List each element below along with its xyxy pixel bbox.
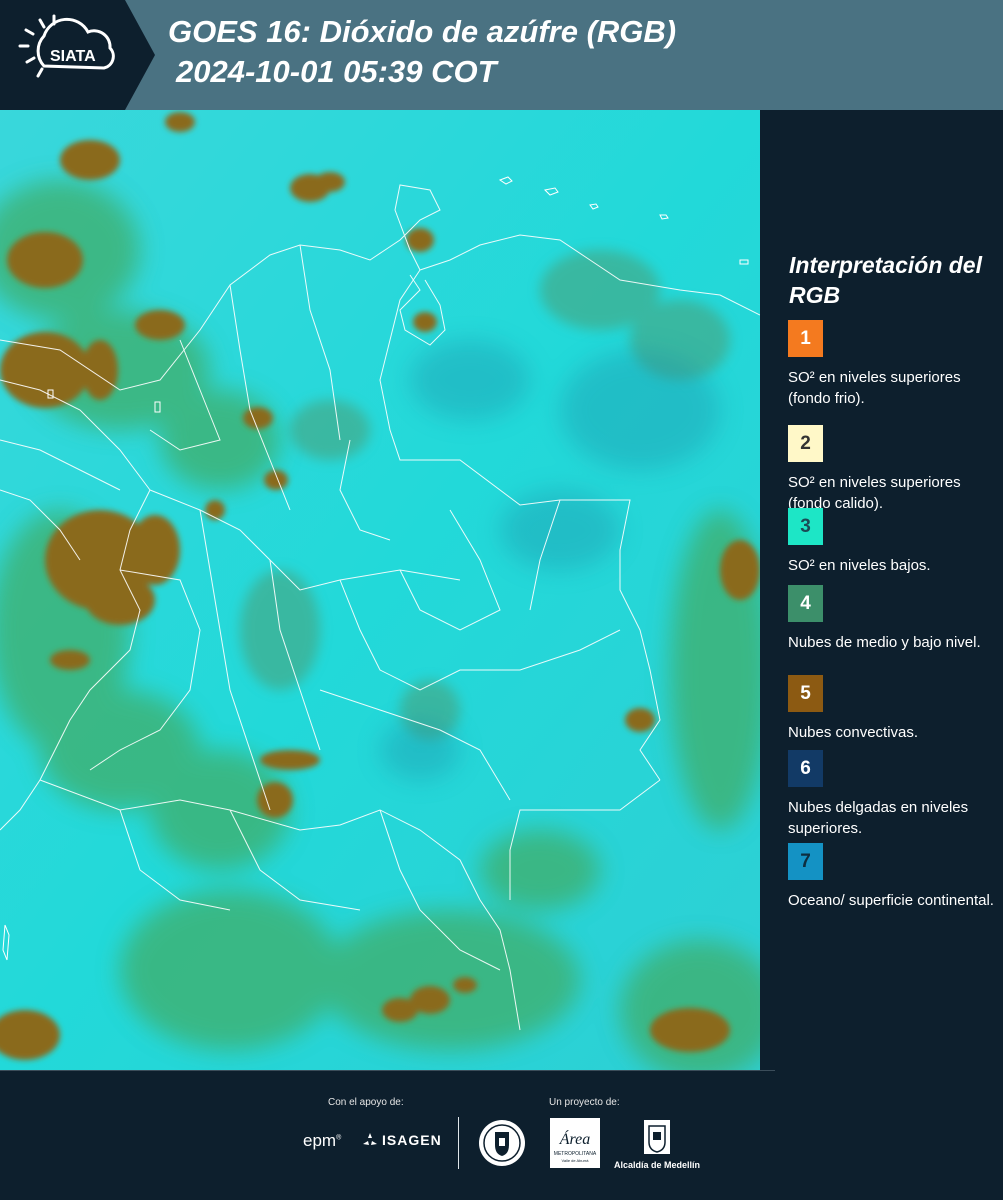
satellite-map <box>0 110 760 1070</box>
legend-label: Nubes convectivas. <box>788 724 919 741</box>
area-metropolitana-logo: Área METROPOLITANA Valle de Aburrá <box>550 1118 602 1175</box>
legend-panel: Interpretación del RGB 1 SO² en niveles s… <box>760 110 1003 1070</box>
timestamp: 2024-10-01 05:39 COT <box>176 54 497 89</box>
legend-label: SO² en niveles superiores (fondo frio). <box>788 369 961 407</box>
legend-swatch: 1 <box>788 320 823 357</box>
satellite-imagery <box>0 110 760 1070</box>
legend-label: Nubes de medio y bajo nivel. <box>788 634 981 651</box>
project-caption: Un proyecto de: <box>549 1097 620 1108</box>
epm-logo: epm® <box>303 1131 342 1150</box>
isagen-icon <box>363 1133 377 1145</box>
legend-item: 4 Nubes de medio y bajo nivel. <box>788 585 998 653</box>
legend-swatch: 6 <box>788 750 823 787</box>
legend-item: 6 Nubes delgadas en niveles superiores. <box>788 750 998 839</box>
legend-item: 3 SO² en niveles bajos. <box>788 508 998 576</box>
legend-swatch: 5 <box>788 675 823 712</box>
alcaldia-crest-icon <box>644 1120 670 1154</box>
legend-label: Nubes delgadas en niveles superiores. <box>788 799 969 837</box>
area-logo-text: Área <box>559 1129 591 1148</box>
isagen-logo-text: ISAGEN <box>382 1132 442 1148</box>
legend-swatch: 3 <box>788 508 823 545</box>
alcaldia-medellin-logo: Alcaldía de Medellín <box>612 1118 702 1170</box>
epm-logo-text: epm <box>303 1131 337 1150</box>
area-logo-sub2: Valle de Aburrá <box>561 1158 589 1163</box>
legend-item: 7 Oceano/ superficie continental. <box>788 843 998 911</box>
footer-divider-top <box>0 1070 775 1071</box>
medellin-seal-logo <box>478 1118 526 1173</box>
footer-vertical-divider <box>458 1117 459 1169</box>
legend-title: Interpretación del RGB <box>789 252 982 308</box>
footer: Con el apoyo de: Un proyecto de: epm® IS… <box>0 1070 1003 1200</box>
siata-logo: SIATA <box>0 0 155 110</box>
legend-item: 5 Nubes convectivas. <box>788 675 998 743</box>
legend-item: 2 SO² en niveles superiores (fondo calido… <box>788 425 998 514</box>
support-caption: Con el apoyo de: <box>328 1097 404 1108</box>
legend-label: Oceano/ superficie continental. <box>788 892 994 909</box>
page-title: GOES 16: Dióxido de azúfre (RGB) <box>168 14 677 49</box>
header-bar: SIATA GOES 16: Dióxido de azúfre (RGB) 2… <box>0 0 1003 110</box>
siata-logo-text: SIATA <box>50 48 96 65</box>
legend-swatch: 2 <box>788 425 823 462</box>
legend-swatch: 7 <box>788 843 823 880</box>
legend-label: SO² en niveles bajos. <box>788 557 931 574</box>
area-logo-sub: METROPOLITANA <box>554 1151 597 1157</box>
legend-swatch: 4 <box>788 585 823 622</box>
legend-item: 1 SO² en niveles superiores (fondo frio). <box>788 320 998 409</box>
isagen-logo: ISAGEN <box>362 1132 442 1148</box>
alcaldia-label: Alcaldía de Medellín <box>613 1160 701 1170</box>
